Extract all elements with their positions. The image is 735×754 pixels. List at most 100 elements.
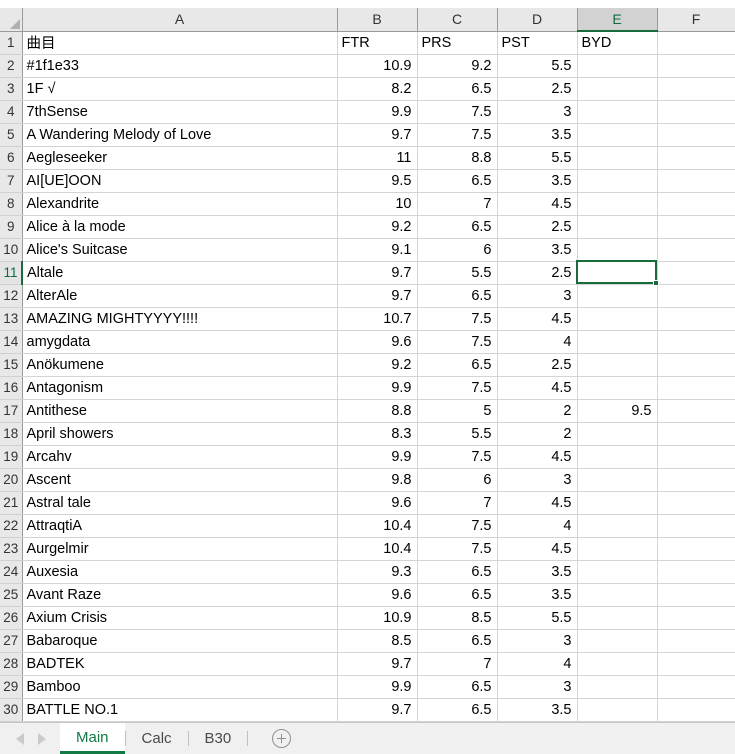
cell-A21[interactable]: Astral tale [22, 491, 338, 515]
cell-B13[interactable]: 10.7 [337, 307, 418, 331]
cell-B22[interactable]: 10.4 [337, 514, 418, 538]
cell-E14[interactable] [577, 330, 658, 354]
cell-B28[interactable]: 9.7 [337, 652, 418, 676]
row-header-8[interactable]: 8 [0, 192, 23, 216]
cell-B1[interactable]: FTR [337, 31, 418, 55]
column-header-a[interactable]: A [22, 8, 338, 32]
cell-E2[interactable] [577, 54, 658, 78]
cell-F24[interactable] [657, 560, 735, 584]
row-header-3[interactable]: 3 [0, 77, 23, 101]
row-header-19[interactable]: 19 [0, 445, 23, 469]
cell-D4[interactable]: 3 [497, 100, 578, 124]
cell-B21[interactable]: 9.6 [337, 491, 418, 515]
cell-C30[interactable]: 6.5 [417, 698, 498, 722]
cell-B26[interactable]: 10.9 [337, 606, 418, 630]
cell-B27[interactable]: 8.5 [337, 629, 418, 653]
cell-B23[interactable]: 10.4 [337, 537, 418, 561]
cell-D10[interactable]: 3.5 [497, 238, 578, 262]
spreadsheet-grid-area[interactable]: A B C D E F 1 曲目 FTR PRS PST BYD 2 #1f1e33 10.9 9… [0, 8, 735, 722]
cell-F26[interactable] [657, 606, 735, 630]
cell-C7[interactable]: 6.5 [417, 169, 498, 193]
row-header-10[interactable]: 10 [0, 238, 23, 262]
row-header-16[interactable]: 16 [0, 376, 23, 400]
cell-D17[interactable]: 2 [497, 399, 578, 423]
cell-A27[interactable]: Babaroque [22, 629, 338, 653]
cell-F29[interactable] [657, 675, 735, 699]
cell-B25[interactable]: 9.6 [337, 583, 418, 607]
column-header-e[interactable]: E [577, 8, 658, 32]
row-header-17[interactable]: 17 [0, 399, 23, 423]
cell-D1[interactable]: PST [497, 31, 578, 55]
cell-E24[interactable] [577, 560, 658, 584]
cell-B4[interactable]: 9.9 [337, 100, 418, 124]
cell-B24[interactable]: 9.3 [337, 560, 418, 584]
cell-E19[interactable] [577, 445, 658, 469]
cell-B7[interactable]: 9.5 [337, 169, 418, 193]
cell-B20[interactable]: 9.8 [337, 468, 418, 492]
cell-C23[interactable]: 7.5 [417, 537, 498, 561]
cell-A15[interactable]: Anökumene [22, 353, 338, 377]
column-header-b[interactable]: B [337, 8, 418, 32]
cell-C17[interactable]: 5 [417, 399, 498, 423]
row-header-6[interactable]: 6 [0, 146, 23, 170]
row-header-25[interactable]: 25 [0, 583, 23, 607]
cell-F16[interactable] [657, 376, 735, 400]
cell-D15[interactable]: 2.5 [497, 353, 578, 377]
cell-D27[interactable]: 3 [497, 629, 578, 653]
cell-E28[interactable] [577, 652, 658, 676]
cell-F6[interactable] [657, 146, 735, 170]
row-header-12[interactable]: 12 [0, 284, 23, 308]
cell-F12[interactable] [657, 284, 735, 308]
cell-A9[interactable]: Alice à la mode [22, 215, 338, 239]
nav-right-arrow-icon[interactable] [38, 732, 46, 745]
cell-C24[interactable]: 6.5 [417, 560, 498, 584]
cell-B5[interactable]: 9.7 [337, 123, 418, 147]
cell-E15[interactable] [577, 353, 658, 377]
cell-E4[interactable] [577, 100, 658, 124]
cell-D21[interactable]: 4.5 [497, 491, 578, 515]
cell-D19[interactable]: 4.5 [497, 445, 578, 469]
cell-C2[interactable]: 9.2 [417, 54, 498, 78]
cell-A26[interactable]: Axium Crisis [22, 606, 338, 630]
cell-E26[interactable] [577, 606, 658, 630]
cell-A7[interactable]: AI[UE]OON [22, 169, 338, 193]
cell-D22[interactable]: 4 [497, 514, 578, 538]
cell-F23[interactable] [657, 537, 735, 561]
select-all-corner[interactable] [0, 8, 23, 32]
cell-E11[interactable] [577, 261, 658, 285]
cell-C12[interactable]: 6.5 [417, 284, 498, 308]
cell-E3[interactable] [577, 77, 658, 101]
cell-D3[interactable]: 2.5 [497, 77, 578, 101]
cell-A25[interactable]: Avant Raze [22, 583, 338, 607]
cell-E16[interactable] [577, 376, 658, 400]
cell-C8[interactable]: 7 [417, 192, 498, 216]
cell-D16[interactable]: 4.5 [497, 376, 578, 400]
spreadsheet-grid[interactable]: A B C D E F 1 曲目 FTR PRS PST BYD 2 #1f1e33 10.9 9… [0, 8, 735, 722]
cell-C25[interactable]: 6.5 [417, 583, 498, 607]
cell-C6[interactable]: 8.8 [417, 146, 498, 170]
cell-A23[interactable]: Aurgelmir [22, 537, 338, 561]
cell-B16[interactable]: 9.9 [337, 376, 418, 400]
column-header-c[interactable]: C [417, 8, 498, 32]
cell-A19[interactable]: Arcahv [22, 445, 338, 469]
cell-D30[interactable]: 3.5 [497, 698, 578, 722]
row-header-20[interactable]: 20 [0, 468, 23, 492]
cell-F18[interactable] [657, 422, 735, 446]
cell-D24[interactable]: 3.5 [497, 560, 578, 584]
cell-F5[interactable] [657, 123, 735, 147]
cell-D5[interactable]: 3.5 [497, 123, 578, 147]
cell-B10[interactable]: 9.1 [337, 238, 418, 262]
add-sheet-button[interactable] [266, 723, 296, 754]
row-header-30[interactable]: 30 [0, 698, 23, 722]
cell-A22[interactable]: AttraqtiA [22, 514, 338, 538]
cell-F13[interactable] [657, 307, 735, 331]
row-header-15[interactable]: 15 [0, 353, 23, 377]
cell-D12[interactable]: 3 [497, 284, 578, 308]
cell-A14[interactable]: amygdata [22, 330, 338, 354]
cell-E25[interactable] [577, 583, 658, 607]
cell-B6[interactable]: 11 [337, 146, 418, 170]
cell-F19[interactable] [657, 445, 735, 469]
cell-C11[interactable]: 5.5 [417, 261, 498, 285]
cell-C19[interactable]: 7.5 [417, 445, 498, 469]
cell-E5[interactable] [577, 123, 658, 147]
